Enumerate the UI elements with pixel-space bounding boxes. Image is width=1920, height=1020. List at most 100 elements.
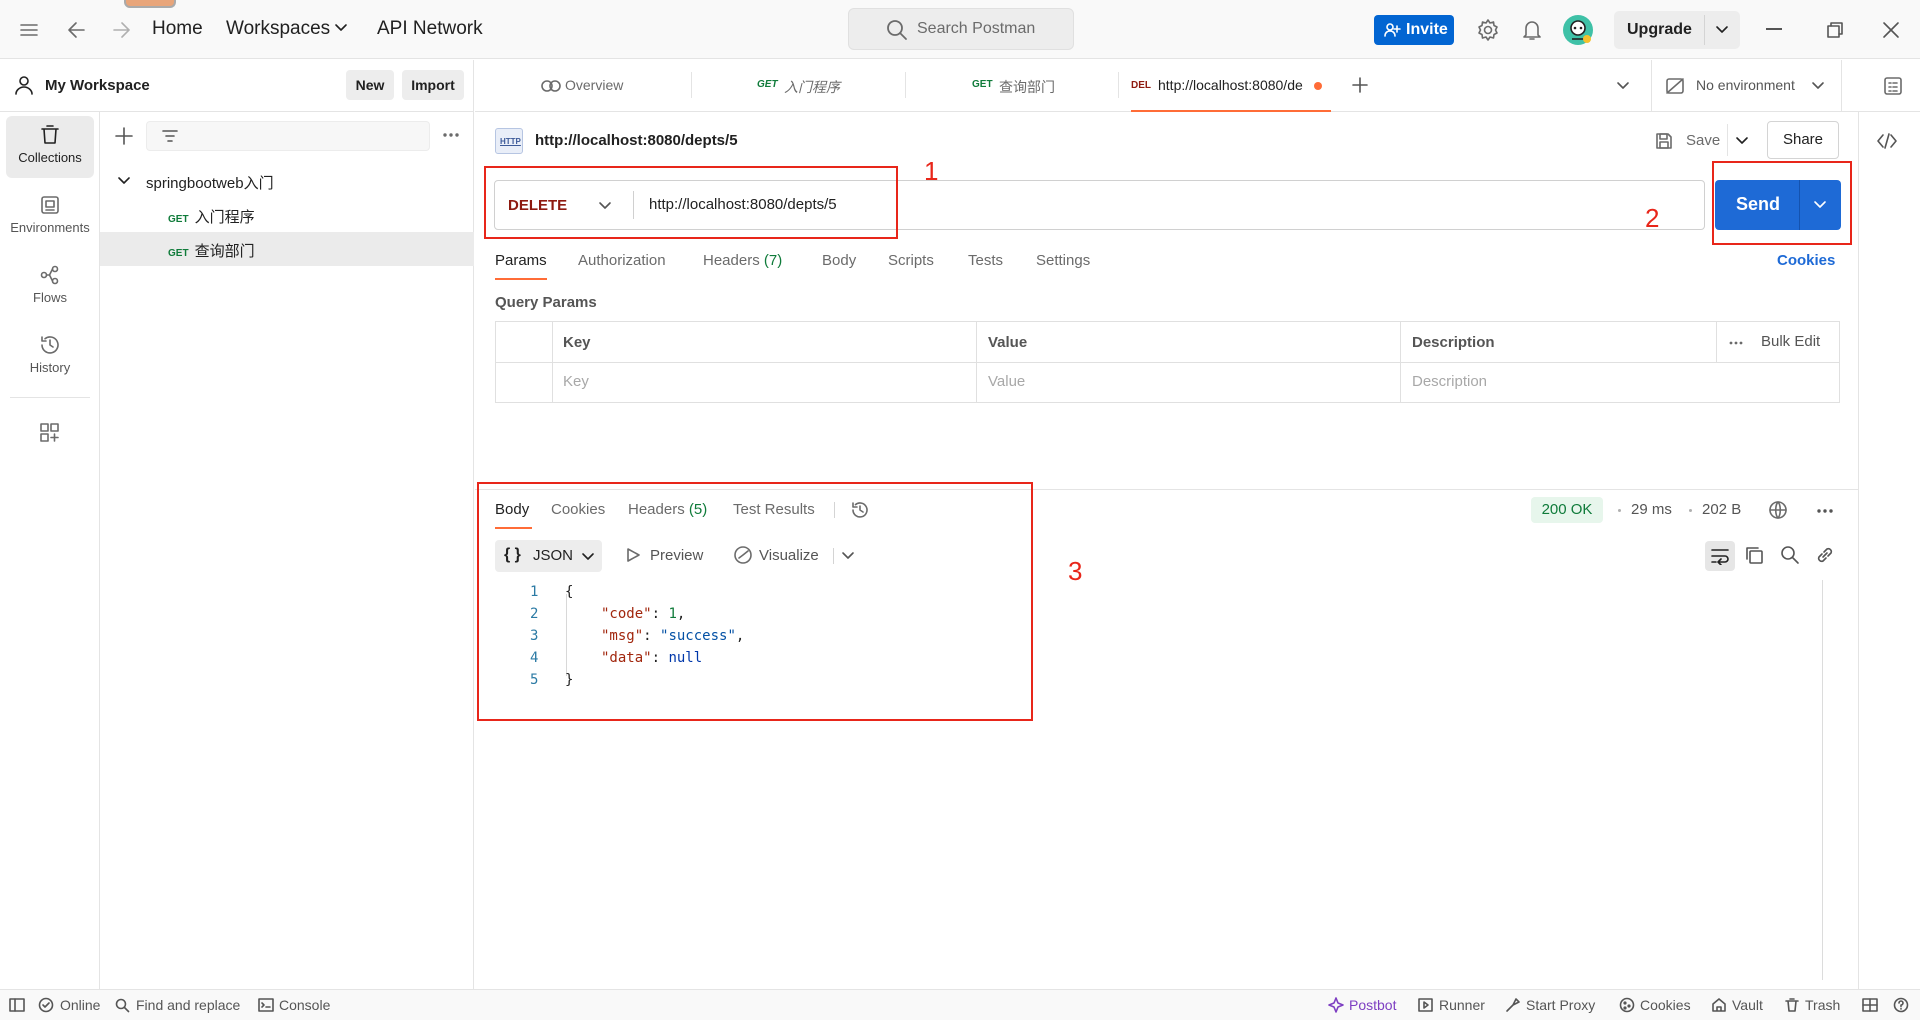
sidebar-item-collections[interactable]: Collections [6,116,94,178]
collections-panel: springbootweb入门 GET 入门程序 GET 查询部门 [100,112,474,989]
annotation-label-3: 3 [1068,556,1083,586]
tab-tests[interactable]: Tests [968,252,1003,269]
bulk-edit-button[interactable]: Bulk Edit [1761,333,1820,350]
column-header-description: Description [1412,334,1495,351]
code-icon[interactable] [1876,132,1898,150]
workspace-header: My Workspace New Import [0,60,474,112]
unsaved-dot [1314,82,1322,90]
upgrade-label: Upgrade [1627,21,1692,38]
forward-arrow-icon[interactable] [110,20,132,40]
toggle-sidebar-icon[interactable] [9,998,25,1012]
sidebar-item-history[interactable]: History [6,326,94,388]
save-icon[interactable] [1654,131,1674,151]
response-time[interactable]: 29 ms [1631,501,1672,518]
nav-api-network[interactable]: API Network [377,18,483,40]
trash-icon [1784,997,1800,1013]
nav-home[interactable]: Home [152,18,203,40]
cookies-button[interactable]: Cookies [1640,997,1691,1013]
tab-headers-label: Headers [703,252,760,269]
help-icon[interactable] [1893,997,1909,1013]
tab-headers[interactable]: Headers (7) [703,252,782,269]
chevron-down-icon[interactable] [334,23,348,33]
two-pane-icon[interactable] [1862,998,1878,1012]
invite-label: Invite [1406,21,1448,38]
online-status[interactable]: Online [60,997,100,1013]
request-title[interactable]: http://localhost:8080/depts/5 [535,132,738,149]
close-icon[interactable] [1882,21,1900,39]
sidebar-item-environments[interactable]: Environments [6,186,94,248]
request-label: 查询部门 [194,243,255,260]
wrap-lines-button[interactable] [1705,541,1735,571]
annotation-label-1: 1 [924,156,939,186]
plus-icon[interactable] [114,126,134,146]
start-proxy-button[interactable]: Start Proxy [1526,997,1595,1013]
wrap-lines-icon [1710,547,1730,565]
restore-icon[interactable] [1826,21,1844,39]
environment-select[interactable]: No environment [1653,60,1831,112]
runner-button[interactable]: Runner [1439,997,1485,1013]
plus-icon[interactable] [1351,76,1369,94]
back-arrow-icon[interactable] [66,20,88,40]
globe-icon[interactable] [1768,500,1788,520]
import-button[interactable]: Import [402,70,464,100]
gear-icon[interactable] [1476,18,1500,42]
drag-handle[interactable] [124,0,176,8]
status-badge[interactable]: 200 OK [1531,497,1603,523]
value-input[interactable]: Value [988,373,1025,390]
search-icon[interactable] [1780,545,1800,565]
console-button[interactable]: Console [279,997,330,1013]
chevron-down-icon[interactable] [1616,81,1630,91]
tab-overview[interactable]: Overview [538,60,688,112]
filter-input[interactable] [146,121,430,151]
description-input[interactable]: Description [1412,373,1487,390]
nav-workspaces[interactable]: Workspaces [226,18,330,40]
cookies-link[interactable]: Cookies [1777,252,1835,269]
save-button[interactable]: Save [1686,132,1720,149]
bell-icon[interactable] [1521,18,1543,42]
tab-scripts[interactable]: Scripts [888,252,934,269]
collection-folder[interactable]: springbootweb入门 [100,164,474,198]
response-size[interactable]: 202 B [1702,501,1741,518]
vault-icon [1711,997,1727,1013]
proxy-icon [1505,997,1521,1013]
share-button[interactable]: Share [1767,121,1839,159]
trash-button[interactable]: Trash [1805,997,1840,1013]
key-input[interactable]: Key [563,373,589,390]
sidebar-item-flows[interactable]: Flows [6,256,94,318]
more-icon[interactable] [1729,340,1743,346]
request-item-chaxun[interactable]: GET 查询部门 [100,232,474,266]
minimize-icon[interactable] [1766,28,1782,30]
chevron-down-icon[interactable] [1735,136,1749,146]
configure-workbench-icon[interactable] [39,422,61,444]
scrollbar-track[interactable] [1822,580,1823,980]
copy-icon[interactable] [1744,545,1764,565]
search-icon [115,998,130,1013]
tab-body[interactable]: Body [822,252,856,269]
environment-quicklook-icon[interactable] [1883,76,1903,96]
postbot-button[interactable]: Postbot [1349,997,1396,1013]
link-icon[interactable] [1815,545,1835,565]
request-item-rumen[interactable]: GET 入门程序 [100,198,474,232]
upgrade-button[interactable]: Upgrade [1614,11,1740,49]
vault-button[interactable]: Vault [1732,997,1763,1013]
new-button[interactable]: New [346,70,394,100]
annotation-label-2: 2 [1645,203,1660,233]
search-icon [886,19,908,41]
find-replace-button[interactable]: Find and replace [136,997,240,1013]
more-icon[interactable] [442,132,460,138]
more-icon[interactable] [1816,508,1834,514]
tab-request-delete[interactable]: DEL http://localhost:8080/de [1131,60,1331,112]
tab-request-rumen[interactable]: GET 入门程序 [757,60,907,112]
method-badge: GET [168,248,189,259]
avatar[interactable] [1563,15,1593,45]
tab-params[interactable]: Params [495,252,547,269]
tab-settings[interactable]: Settings [1036,252,1090,269]
menu-icon[interactable] [18,21,40,39]
add-user-icon [1383,22,1401,38]
search-input[interactable]: Search Postman [848,8,1074,50]
tab-request-chaxun[interactable]: GET 查询部门 [972,60,1122,112]
method-badge: DEL [1131,80,1151,91]
tab-authorization[interactable]: Authorization [578,252,666,269]
chevron-down-icon[interactable] [1715,25,1729,35]
invite-button[interactable]: Invite [1374,15,1454,45]
